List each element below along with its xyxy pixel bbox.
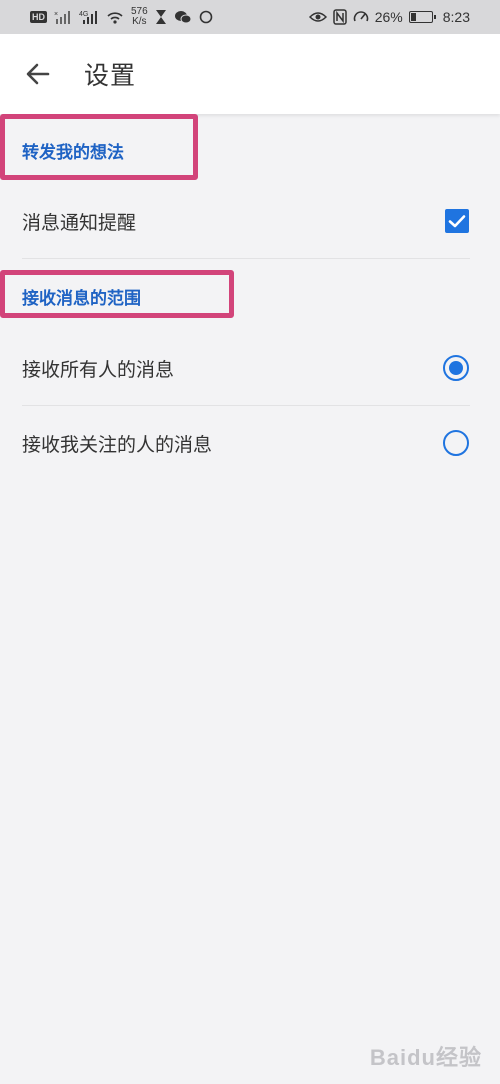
eye-icon [308,10,327,24]
receive-followed-row[interactable]: 接收我关注的人的消息 [0,408,500,478]
receive-all-radio[interactable] [443,355,469,381]
net-speed-unit: K/s [132,16,147,27]
section-header-range: 接收消息的范围 [22,289,141,309]
divider [22,405,470,406]
nfc-icon [332,9,347,25]
speed-icon [353,9,369,25]
notification-reminder-checkbox[interactable] [445,209,469,233]
receive-followed-radio[interactable] [443,430,469,456]
status-left: HD × 4G 576 K/s [30,6,213,28]
receive-all-label: 接收所有人的消息 [22,359,175,381]
receive-all-row[interactable]: 接收所有人的消息 [0,333,500,403]
notification-reminder-label: 消息通知提醒 [22,212,137,234]
clock: 8:23 [442,9,470,25]
signal-4g-icon: 4G [79,9,99,25]
hd-icon: HD [30,11,47,23]
svg-text:4G: 4G [79,11,88,18]
battery-icon [408,11,436,23]
receive-followed-label: 接收我关注的人的消息 [22,434,213,456]
divider [22,258,470,259]
notification-reminder-row[interactable]: 消息通知提醒 [0,186,500,256]
battery-percent: 26% [374,9,403,25]
checkmark-icon [448,215,466,228]
net-speed: 576 K/s [131,7,148,27]
page-title: 设置 [84,61,137,90]
battery-fill [410,13,416,21]
signal-x-icon: × [54,9,72,25]
wifi-icon [106,9,124,25]
hourglass-icon [155,9,167,25]
status-right: 26% 8:23 [308,6,470,28]
app-bar: 设置 [0,34,500,114]
svg-text:×: × [54,11,58,18]
status-bar: HD × 4G 576 K/s 26% 8:23 [0,0,500,34]
section-header-forward: 转发我的想法 [22,143,124,163]
circle-icon [199,10,213,24]
radio-selected-dot [449,361,463,375]
wechat-icon [174,9,192,25]
watermark: Baidu经验 [369,1045,482,1070]
back-arrow-icon[interactable] [22,58,54,90]
